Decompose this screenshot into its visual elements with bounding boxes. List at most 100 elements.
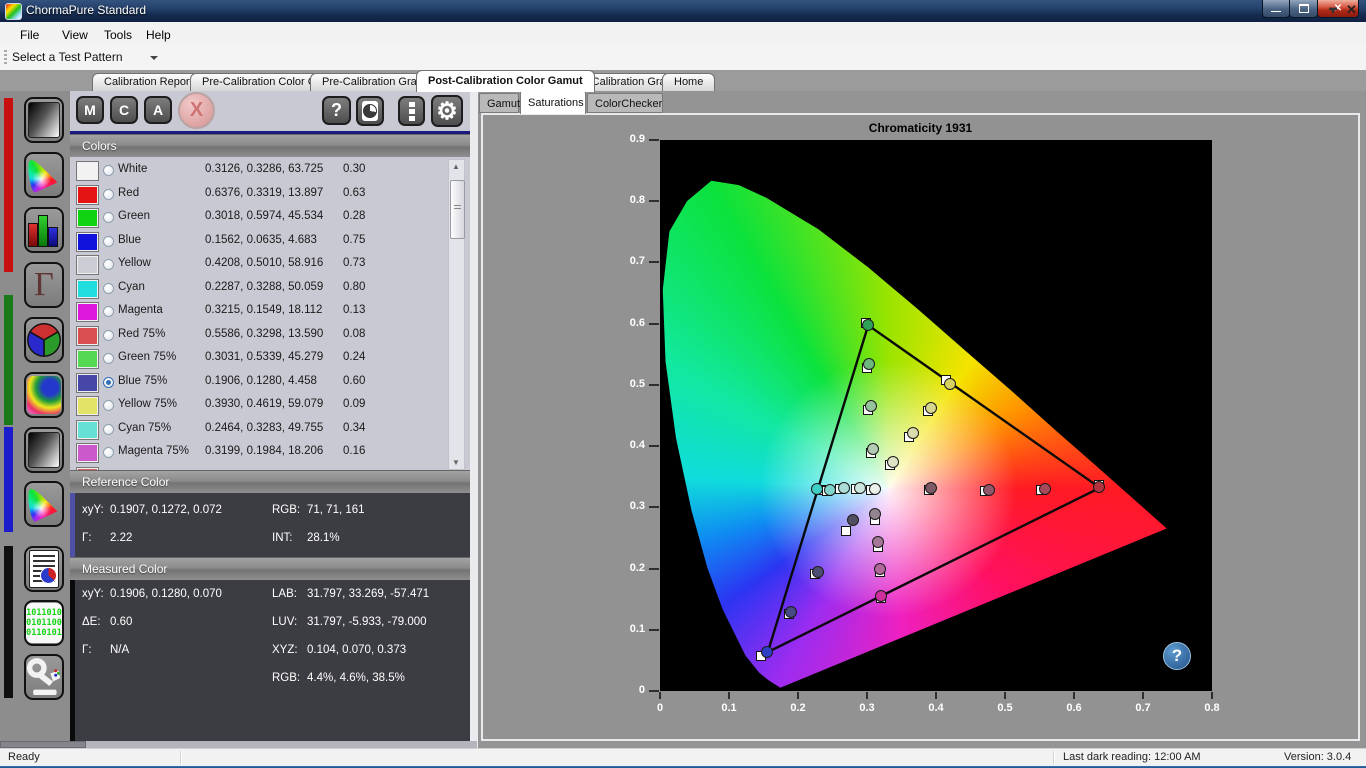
field-label: LAB: <box>272 588 297 600</box>
status-separator <box>180 751 181 764</box>
color-de-value: 0.75 <box>343 234 365 246</box>
sidebar-item-grayscale-pattern[interactable] <box>24 97 64 143</box>
sidebar-item-rainbow-pattern[interactable] <box>24 372 64 418</box>
color-swatch <box>76 279 99 299</box>
color-row[interactable]: Red0.6376, 0.3319, 13.8970.63 <box>70 183 470 207</box>
color-radio[interactable] <box>103 400 114 411</box>
color-row[interactable]: Green 75%0.3031, 0.5339, 45.2790.24 <box>70 347 470 371</box>
sidebar-item-grayscale-pattern-2[interactable] <box>24 427 64 473</box>
color-row[interactable]: Green0.3018, 0.5974, 45.5340.28 <box>70 206 470 230</box>
color-radio[interactable] <box>103 330 114 341</box>
sidebar-item-report[interactable] <box>24 546 64 592</box>
color-list-scrollbar[interactable]: ▲ ▼ <box>448 159 465 470</box>
minimize-button[interactable]: — <box>1262 0 1290 18</box>
tab-post-calibration-color-gamut[interactable]: Post-Calibration Color Gamut <box>416 70 595 92</box>
colors-section-header: Colors <box>70 134 470 157</box>
color-row[interactable]: Yellow 75%0.3930, 0.4619, 59.0790.09 <box>70 394 470 418</box>
hscrollbar-thumb[interactable] <box>0 741 86 748</box>
meter-gauge-icon[interactable] <box>356 96 384 126</box>
color-name: Red 75% <box>118 328 165 340</box>
color-de-value: 0.16 <box>343 445 365 457</box>
maximize-button[interactable] <box>1289 0 1318 18</box>
color-radio[interactable] <box>103 189 114 200</box>
sidebar-item-gamma-pattern[interactable]: Γ <box>24 262 64 308</box>
restore-icon <box>1299 4 1309 13</box>
sidebar-item-color-gamut-pattern[interactable] <box>24 152 64 198</box>
c-mode-button[interactable]: C <box>110 96 138 124</box>
color-row[interactable]: White0.3126, 0.3286, 63.7250.30 <box>70 159 470 183</box>
tab-gamut[interactable]: Gamut <box>479 93 519 113</box>
tab-list-dropdown-icon[interactable]: ▬▼ <box>1328 6 1338 14</box>
color-row[interactable]: Magenta 75% 0.3199, 0.1984, 18.206 0.16 <box>70 441 470 465</box>
app-icon <box>5 3 22 20</box>
y-tick-mark <box>649 261 659 263</box>
help-icon[interactable]: ? <box>322 96 351 125</box>
color-name: Yellow 75% <box>118 398 177 410</box>
color-radio[interactable] <box>103 424 114 435</box>
menu-help[interactable]: Help <box>134 24 183 46</box>
cancel-button[interactable]: X <box>178 92 215 129</box>
color-name: Yellow <box>118 257 151 269</box>
color-row[interactable]: Magenta0.3215, 0.1549, 18.1120.13 <box>70 300 470 324</box>
sidebar-item-meter[interactable] <box>24 654 64 700</box>
color-row[interactable]: Cyan 75%0.2464, 0.3283, 49.7550.34 <box>70 418 470 442</box>
color-row[interactable]: Yellow0.4208, 0.5010, 58.9160.73 <box>70 253 470 277</box>
field-label: Γ: <box>82 644 92 656</box>
tab-home[interactable]: Home <box>662 73 715 91</box>
y-tick-label: 0.3 <box>603 500 645 512</box>
menu-file[interactable]: File <box>8 24 51 46</box>
sidebar-item-color-gamut-pattern-2[interactable] <box>24 481 64 527</box>
tab-close-icon[interactable]: ✕ <box>1346 2 1357 18</box>
color-radio[interactable] <box>103 377 114 388</box>
x-tick-label: 0.2 <box>783 702 813 714</box>
options-icon[interactable] <box>398 96 425 126</box>
x-tick-mark <box>1142 692 1144 699</box>
color-name: Magenta 75% <box>118 445 189 457</box>
color-row[interactable]: Cyan0.2287, 0.3288, 50.0590.80 <box>70 277 470 301</box>
test-pattern-dropdown[interactable]: Select a Test Pattern <box>12 48 168 67</box>
color-name: Blue <box>118 234 141 246</box>
color-xyy-value: 0.3199, 0.1984, 18.206 <box>205 445 323 457</box>
tab-colorchecker[interactable]: ColorChecker <box>587 93 663 113</box>
color-radio[interactable] <box>103 236 114 247</box>
color-swatch <box>76 255 99 275</box>
color-radio[interactable] <box>103 353 114 364</box>
color-row[interactable]: Red 75%0.5586, 0.3298, 13.5900.08 <box>70 324 470 348</box>
measured-point-circle <box>847 514 859 526</box>
scroll-down-icon[interactable]: ▼ <box>452 458 460 467</box>
chart-help-button[interactable]: ? <box>1163 642 1191 670</box>
color-radio[interactable] <box>103 212 114 223</box>
toolbar-grip[interactable] <box>4 50 7 66</box>
x-tick-label: 0.7 <box>1128 702 1158 714</box>
color-radio[interactable] <box>103 283 114 294</box>
x-tick-label: 0 <box>645 702 675 714</box>
x-tick-mark <box>659 692 661 699</box>
field-value: 2.22 <box>110 532 132 544</box>
color-row[interactable]: Blue0.1562, 0.0635, 4.6830.75 <box>70 230 470 254</box>
color-swatch <box>76 232 99 252</box>
a-mode-button[interactable]: A <box>144 96 172 124</box>
field-value: 4.4%, 4.6%, 38.5% <box>307 672 405 684</box>
color-de-value: 0.13 <box>343 304 365 316</box>
status-text: Ready <box>8 751 40 763</box>
sidebar-item-color-decoder-pattern[interactable] <box>24 317 64 363</box>
scroll-up-icon[interactable]: ▲ <box>452 162 460 171</box>
color-radio[interactable] <box>103 259 114 270</box>
color-radio[interactable] <box>103 165 114 176</box>
horizontal-scrollbar[interactable] <box>0 741 477 748</box>
sidebar-item-rgb-levels-pattern[interactable] <box>24 207 64 253</box>
color-radio[interactable] <box>103 306 114 317</box>
y-tick-label: 0.9 <box>603 133 645 145</box>
tab-calibration-report[interactable]: Calibration Report <box>92 73 205 91</box>
m-mode-button[interactable]: M <box>76 96 104 124</box>
measured-point-circle <box>862 319 874 331</box>
color-row[interactable]: Blue 75%0.1906, 0.1280, 4.4580.60 <box>70 371 470 395</box>
color-de-value: 0.60 <box>343 375 365 387</box>
raw-data-icon: 101101001011000110101 <box>26 603 62 643</box>
tab-saturations[interactable]: Saturations <box>520 91 586 114</box>
measured-point-circle <box>944 378 956 390</box>
scrollbar-thumb[interactable] <box>450 180 465 239</box>
color-radio[interactable] <box>103 447 114 458</box>
sidebar-item-raw-data[interactable]: 101101001011000110101 <box>24 600 64 646</box>
settings-gear-icon[interactable]: ⚙ <box>431 95 463 127</box>
